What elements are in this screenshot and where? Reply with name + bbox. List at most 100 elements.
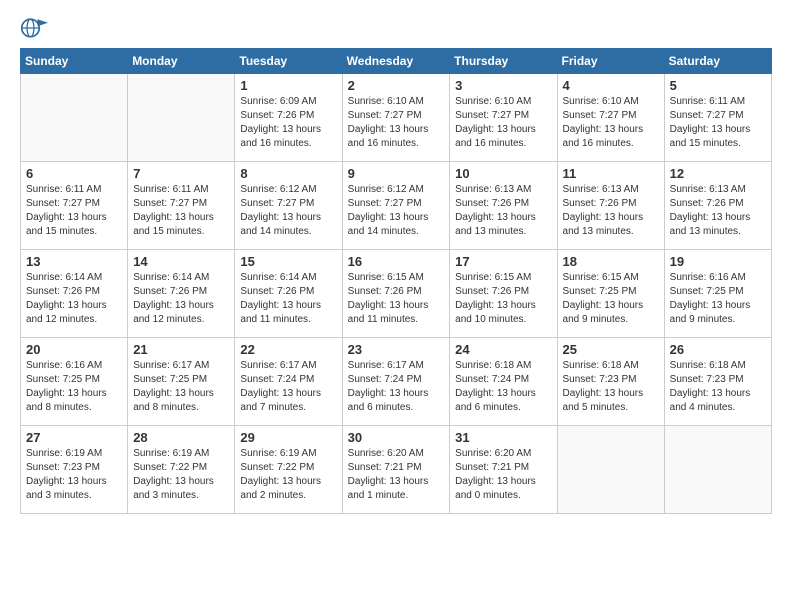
day-number: 18 xyxy=(563,254,659,269)
day-detail: Sunrise: 6:13 AM Sunset: 7:26 PM Dayligh… xyxy=(563,183,659,239)
calendar-cell: 14 Sunrise: 6:14 AM Sunset: 7:26 PM Dayli… xyxy=(128,250,235,338)
calendar-cell: 20 Sunrise: 6:16 AM Sunset: 7:25 PM Dayli… xyxy=(21,338,128,426)
day-detail: Sunrise: 6:18 AM Sunset: 7:24 PM Dayligh… xyxy=(455,359,551,415)
day-number: 25 xyxy=(563,342,659,357)
day-detail: Sunrise: 6:14 AM Sunset: 7:26 PM Dayligh… xyxy=(26,271,122,327)
day-detail: Sunrise: 6:11 AM Sunset: 7:27 PM Dayligh… xyxy=(133,183,229,239)
day-detail: Sunrise: 6:20 AM Sunset: 7:21 PM Dayligh… xyxy=(348,447,445,503)
day-number: 2 xyxy=(348,78,445,93)
day-number: 19 xyxy=(670,254,766,269)
calendar-cell xyxy=(21,74,128,162)
day-number: 31 xyxy=(455,430,551,445)
day-number: 13 xyxy=(26,254,122,269)
day-detail: Sunrise: 6:10 AM Sunset: 7:27 PM Dayligh… xyxy=(455,95,551,151)
weekday-header-row: SundayMondayTuesdayWednesdayThursdayFrid… xyxy=(21,49,772,74)
weekday-header-sunday: Sunday xyxy=(21,49,128,74)
calendar-week-row: 13 Sunrise: 6:14 AM Sunset: 7:26 PM Dayli… xyxy=(21,250,772,338)
day-number: 8 xyxy=(240,166,336,181)
calendar-cell: 31 Sunrise: 6:20 AM Sunset: 7:21 PM Dayli… xyxy=(450,426,557,514)
day-number: 29 xyxy=(240,430,336,445)
day-detail: Sunrise: 6:10 AM Sunset: 7:27 PM Dayligh… xyxy=(563,95,659,151)
calendar-cell: 26 Sunrise: 6:18 AM Sunset: 7:23 PM Dayli… xyxy=(664,338,771,426)
calendar-cell: 1 Sunrise: 6:09 AM Sunset: 7:26 PM Daylig… xyxy=(235,74,342,162)
day-detail: Sunrise: 6:12 AM Sunset: 7:27 PM Dayligh… xyxy=(348,183,445,239)
calendar-cell: 16 Sunrise: 6:15 AM Sunset: 7:26 PM Dayli… xyxy=(342,250,450,338)
calendar-cell: 2 Sunrise: 6:10 AM Sunset: 7:27 PM Daylig… xyxy=(342,74,450,162)
day-number: 16 xyxy=(348,254,445,269)
calendar-cell xyxy=(664,426,771,514)
calendar-cell: 5Sunrise: 6:11 AM Sunset: 7:27 PM Daylig… xyxy=(664,74,771,162)
calendar-cell: 13 Sunrise: 6:14 AM Sunset: 7:26 PM Dayli… xyxy=(21,250,128,338)
day-detail: Sunrise: 6:09 AM Sunset: 7:26 PM Dayligh… xyxy=(240,95,336,151)
day-number: 12 xyxy=(670,166,766,181)
day-number: 28 xyxy=(133,430,229,445)
calendar-cell: 4 Sunrise: 6:10 AM Sunset: 7:27 PM Daylig… xyxy=(557,74,664,162)
calendar-cell: 18Sunrise: 6:15 AM Sunset: 7:25 PM Dayli… xyxy=(557,250,664,338)
calendar-cell: 7 Sunrise: 6:11 AM Sunset: 7:27 PM Daylig… xyxy=(128,162,235,250)
calendar-cell: 9Sunrise: 6:12 AM Sunset: 7:27 PM Daylig… xyxy=(342,162,450,250)
calendar-cell: 24 Sunrise: 6:18 AM Sunset: 7:24 PM Dayli… xyxy=(450,338,557,426)
day-detail: Sunrise: 6:13 AM Sunset: 7:26 PM Dayligh… xyxy=(455,183,551,239)
day-detail: Sunrise: 6:17 AM Sunset: 7:24 PM Dayligh… xyxy=(348,359,445,415)
calendar-cell: 11 Sunrise: 6:13 AM Sunset: 7:26 PM Dayli… xyxy=(557,162,664,250)
weekday-header-monday: Monday xyxy=(128,49,235,74)
day-number: 23 xyxy=(348,342,445,357)
day-number: 27 xyxy=(26,430,122,445)
day-number: 10 xyxy=(455,166,551,181)
day-detail: Sunrise: 6:14 AM Sunset: 7:26 PM Dayligh… xyxy=(133,271,229,327)
day-detail: Sunrise: 6:15 AM Sunset: 7:26 PM Dayligh… xyxy=(348,271,445,327)
day-detail: Sunrise: 6:12 AM Sunset: 7:27 PM Dayligh… xyxy=(240,183,336,239)
weekday-header-wednesday: Wednesday xyxy=(342,49,450,74)
calendar-cell: 29 Sunrise: 6:19 AM Sunset: 7:22 PM Dayli… xyxy=(235,426,342,514)
day-detail: Sunrise: 6:13 AM Sunset: 7:26 PM Dayligh… xyxy=(670,183,766,239)
page-header xyxy=(20,10,772,42)
calendar-cell: 28 Sunrise: 6:19 AM Sunset: 7:22 PM Dayli… xyxy=(128,426,235,514)
weekday-header-tuesday: Tuesday xyxy=(235,49,342,74)
calendar-cell: 30 Sunrise: 6:20 AM Sunset: 7:21 PM Dayli… xyxy=(342,426,450,514)
calendar-table: SundayMondayTuesdayWednesdayThursdayFrid… xyxy=(20,48,772,514)
calendar-cell: 19 Sunrise: 6:16 AM Sunset: 7:25 PM Dayli… xyxy=(664,250,771,338)
calendar-cell: 3 Sunrise: 6:10 AM Sunset: 7:27 PM Daylig… xyxy=(450,74,557,162)
day-number: 6 xyxy=(26,166,122,181)
day-number: 24 xyxy=(455,342,551,357)
day-detail: Sunrise: 6:17 AM Sunset: 7:24 PM Dayligh… xyxy=(240,359,336,415)
day-number: 11 xyxy=(563,166,659,181)
calendar-cell: 8 Sunrise: 6:12 AM Sunset: 7:27 PM Daylig… xyxy=(235,162,342,250)
day-detail: Sunrise: 6:11 AM Sunset: 7:27 PM Dayligh… xyxy=(26,183,122,239)
day-number: 20 xyxy=(26,342,122,357)
day-detail: Sunrise: 6:20 AM Sunset: 7:21 PM Dayligh… xyxy=(455,447,551,503)
day-detail: Sunrise: 6:19 AM Sunset: 7:22 PM Dayligh… xyxy=(240,447,336,503)
calendar-cell: 25 Sunrise: 6:18 AM Sunset: 7:23 PM Dayli… xyxy=(557,338,664,426)
day-number: 4 xyxy=(563,78,659,93)
calendar-week-row: 27Sunrise: 6:19 AM Sunset: 7:23 PM Dayli… xyxy=(21,426,772,514)
weekday-header-thursday: Thursday xyxy=(450,49,557,74)
calendar-cell: 17Sunrise: 6:15 AM Sunset: 7:26 PM Dayli… xyxy=(450,250,557,338)
calendar-week-row: 20 Sunrise: 6:16 AM Sunset: 7:25 PM Dayli… xyxy=(21,338,772,426)
logo xyxy=(20,14,52,42)
day-number: 15 xyxy=(240,254,336,269)
day-number: 3 xyxy=(455,78,551,93)
day-number: 7 xyxy=(133,166,229,181)
calendar-cell xyxy=(557,426,664,514)
calendar-cell: 21Sunrise: 6:17 AM Sunset: 7:25 PM Dayli… xyxy=(128,338,235,426)
day-detail: Sunrise: 6:16 AM Sunset: 7:25 PM Dayligh… xyxy=(670,271,766,327)
day-detail: Sunrise: 6:17 AM Sunset: 7:25 PM Dayligh… xyxy=(133,359,229,415)
day-detail: Sunrise: 6:18 AM Sunset: 7:23 PM Dayligh… xyxy=(563,359,659,415)
day-detail: Sunrise: 6:18 AM Sunset: 7:23 PM Dayligh… xyxy=(670,359,766,415)
calendar-cell: 12 Sunrise: 6:13 AM Sunset: 7:26 PM Dayli… xyxy=(664,162,771,250)
day-number: 1 xyxy=(240,78,336,93)
weekday-header-friday: Friday xyxy=(557,49,664,74)
calendar-cell: 15Sunrise: 6:14 AM Sunset: 7:26 PM Dayli… xyxy=(235,250,342,338)
calendar-cell: 27Sunrise: 6:19 AM Sunset: 7:23 PM Dayli… xyxy=(21,426,128,514)
day-detail: Sunrise: 6:10 AM Sunset: 7:27 PM Dayligh… xyxy=(348,95,445,151)
calendar-week-row: 6 Sunrise: 6:11 AM Sunset: 7:27 PM Daylig… xyxy=(21,162,772,250)
day-number: 14 xyxy=(133,254,229,269)
day-detail: Sunrise: 6:15 AM Sunset: 7:26 PM Dayligh… xyxy=(455,271,551,327)
day-number: 30 xyxy=(348,430,445,445)
day-detail: Sunrise: 6:16 AM Sunset: 7:25 PM Dayligh… xyxy=(26,359,122,415)
day-number: 22 xyxy=(240,342,336,357)
calendar-cell: 23 Sunrise: 6:17 AM Sunset: 7:24 PM Dayli… xyxy=(342,338,450,426)
day-detail: Sunrise: 6:19 AM Sunset: 7:22 PM Dayligh… xyxy=(133,447,229,503)
calendar-cell xyxy=(128,74,235,162)
day-number: 26 xyxy=(670,342,766,357)
